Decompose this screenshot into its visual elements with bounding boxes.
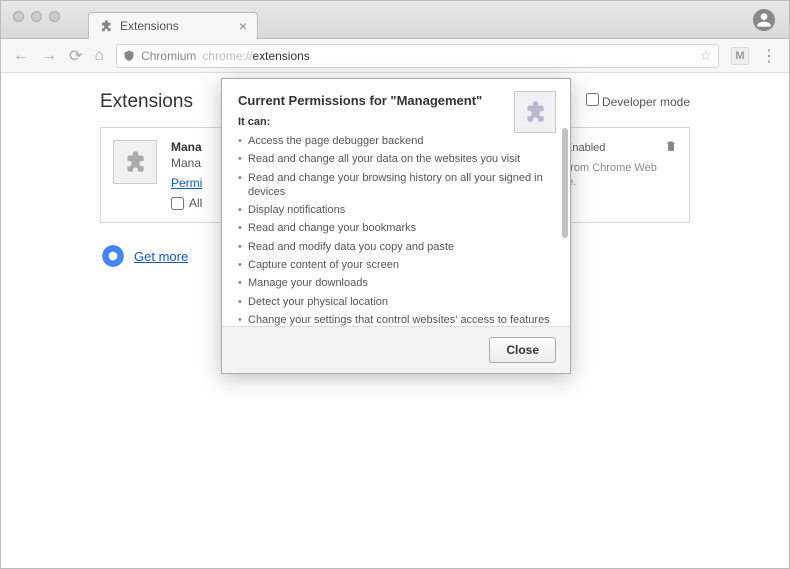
profile-avatar[interactable]	[753, 9, 775, 31]
trash-icon[interactable]	[665, 140, 677, 155]
bookmark-star-icon[interactable]: ☆	[699, 47, 712, 64]
permission-item: Read and change your bookmarks	[238, 221, 554, 235]
permission-item: Change your settings that control websit…	[238, 313, 554, 326]
permission-item: Manage your downloads	[238, 276, 554, 290]
url-path: extensions	[252, 49, 309, 63]
tab-title: Extensions	[120, 19, 179, 33]
url-toolbar: ← → ⟳ ⌂ Chromium chrome://extensions ☆ M…	[1, 39, 789, 73]
browser-tab[interactable]: Extensions ×	[88, 12, 258, 39]
extension-badge-m[interactable]: M	[731, 47, 749, 65]
browser-menu-button[interactable]: ⋮	[761, 46, 777, 66]
permission-item: Access the page debugger backend	[238, 134, 554, 148]
permission-item: Display notifications	[238, 203, 554, 217]
allow-incognito-label: All	[189, 196, 202, 210]
modal-body: It can: Access the page debugger backend…	[222, 116, 570, 326]
window-close-button[interactable]	[13, 11, 24, 22]
permission-item: Read and change all your data on the web…	[238, 152, 554, 166]
permissions-modal: Current Permissions for "Management" It …	[221, 78, 571, 374]
modal-subtitle: It can:	[238, 116, 554, 128]
permissions-link[interactable]: Permi	[171, 176, 202, 190]
address-bar[interactable]: Chromium chrome://extensions ☆	[116, 44, 719, 68]
window-titlebar: Extensions ×	[1, 1, 789, 39]
permission-item: Read and modify data you copy and paste	[238, 240, 554, 254]
nav-home-button[interactable]: ⌂	[94, 47, 104, 65]
puzzle-piece-icon	[122, 149, 148, 175]
close-button[interactable]: Close	[489, 337, 556, 363]
permissions-list: Access the page debugger backend Read and…	[238, 134, 554, 326]
nav-back-button[interactable]: ←	[13, 47, 29, 65]
developer-mode-checkbox[interactable]	[586, 93, 599, 106]
window-minimize-button[interactable]	[31, 11, 42, 22]
get-more-link[interactable]: Get more	[134, 249, 188, 264]
allow-incognito-checkbox[interactable]	[171, 197, 184, 210]
window-maximize-button[interactable]	[49, 11, 60, 22]
permission-item: Detect your physical location	[238, 295, 554, 309]
tab-close-button[interactable]: ×	[239, 18, 247, 34]
permission-item: Read and change your browsing history on…	[238, 171, 554, 200]
url-scheme-label: Chromium	[141, 49, 196, 63]
permission-item: Capture content of your screen	[238, 258, 554, 272]
window-controls	[13, 11, 60, 22]
modal-footer: Close	[222, 326, 570, 373]
url-prefix: chrome://	[202, 49, 252, 63]
nav-forward-button[interactable]: →	[41, 47, 57, 65]
webstore-icon	[100, 243, 126, 269]
scrollbar-thumb[interactable]	[562, 128, 568, 238]
developer-mode-toggle[interactable]: Developer mode	[586, 93, 690, 109]
enabled-label: Enabled	[565, 142, 605, 154]
page-info-icon	[123, 50, 135, 62]
nav-reload-button[interactable]: ⟳	[69, 46, 82, 66]
extension-thumbnail	[113, 140, 157, 184]
extension-favicon-icon	[99, 19, 113, 33]
